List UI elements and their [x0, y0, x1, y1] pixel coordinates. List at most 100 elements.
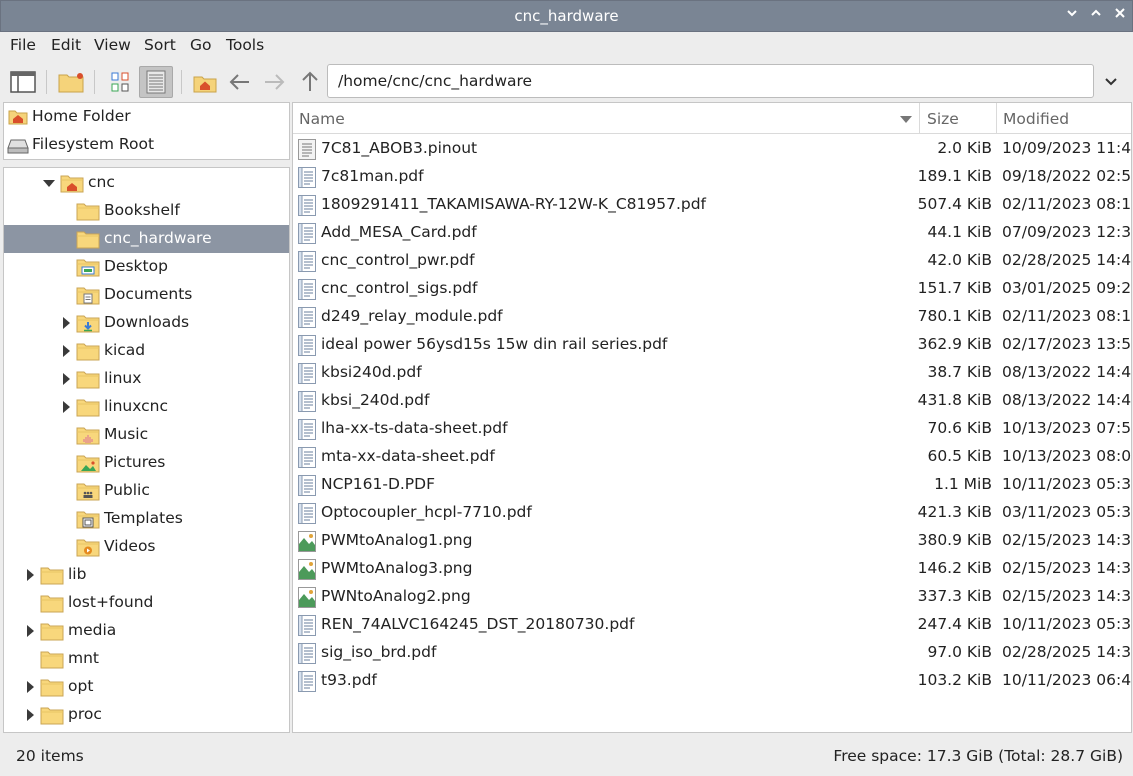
tree-item[interactable]: Documents — [4, 281, 289, 309]
forward-button[interactable] — [257, 66, 291, 98]
tree-item[interactable]: proc — [4, 701, 289, 729]
file-size: 146.2 KiB — [917, 559, 992, 577]
pdf-file-icon — [298, 419, 316, 440]
column-header-modified[interactable]: Modified — [997, 103, 1131, 134]
file-row[interactable]: PWMtoAnalog3.png 146.2 KiB 02/15/2023 14:3… — [293, 555, 1131, 583]
tree-item[interactable]: cnc_hardware — [4, 225, 289, 253]
maximize-button[interactable] — [1086, 6, 1106, 26]
tree-item[interactable]: media — [4, 617, 289, 645]
pdf-file-icon — [298, 615, 316, 636]
file-row[interactable]: kbsi_240d.pdf 431.8 KiB 08/13/2022 14:47 — [293, 387, 1131, 415]
image-file-icon — [298, 559, 316, 580]
expander-closed-icon[interactable] — [63, 373, 70, 385]
expander-closed-icon[interactable] — [63, 401, 70, 413]
expander-closed-icon[interactable] — [27, 569, 34, 581]
icon-view-button[interactable] — [103, 66, 137, 98]
tree-item[interactable]: Bookshelf — [4, 197, 289, 225]
place-home-folder[interactable]: Home Folder — [4, 103, 289, 131]
file-list: Name Size Modified 7C81_ABOB3.pinout 2.0 … — [292, 102, 1132, 733]
menu-edit[interactable]: Edit — [51, 36, 81, 54]
home-button[interactable] — [188, 66, 222, 98]
column-header-size[interactable]: Size — [921, 103, 997, 134]
file-row[interactable]: cnc_control_sigs.pdf 151.7 KiB 03/01/2025 … — [293, 275, 1131, 303]
file-row[interactable]: Optocoupler_hcpl-7710.pdf 421.3 KiB 03/11/… — [293, 499, 1131, 527]
expander-open-icon[interactable] — [43, 180, 55, 187]
file-modified: 03/11/2023 05:34 — [1002, 503, 1132, 521]
new-folder-button[interactable] — [54, 66, 88, 98]
file-size: 38.7 KiB — [927, 363, 992, 381]
close-button[interactable] — [1110, 6, 1130, 26]
tree-item[interactable]: lib — [4, 561, 289, 589]
file-row[interactable]: 1809291411_TAKAMISAWA-RY-12W-K_C81957.pd… — [293, 191, 1131, 219]
menu-sort[interactable]: Sort — [144, 36, 176, 54]
file-row[interactable]: Add_MESA_Card.pdf 44.1 KiB 07/09/2023 12:3… — [293, 219, 1131, 247]
new-window-button[interactable] — [6, 66, 40, 98]
place-filesystem-root[interactable]: Filesystem Root — [4, 131, 289, 159]
file-row[interactable]: REN_74ALVC164245_DST_20180730.pdf 247.4 K… — [293, 611, 1131, 639]
folder-icon — [40, 566, 64, 585]
file-row[interactable]: ideal power 56ysd15s 15w din rail series… — [293, 331, 1131, 359]
tree-item[interactable]: linux — [4, 365, 289, 393]
tree-item[interactable]: opt — [4, 673, 289, 701]
expander-closed-icon[interactable] — [27, 625, 34, 637]
file-row[interactable]: NCP161-D.PDF 1.1 MiB 10/11/2023 05:36 — [293, 471, 1131, 499]
folder-icon — [40, 594, 64, 613]
tree-item[interactable]: mnt — [4, 645, 289, 673]
file-row[interactable]: cnc_control_pwr.pdf 42.0 KiB 02/28/2025 14… — [293, 247, 1131, 275]
tree-item-label: Documents — [104, 285, 193, 303]
expander-closed-icon[interactable] — [63, 317, 70, 329]
tree-item[interactable]: Downloads — [4, 309, 289, 337]
tree-item[interactable]: Templates — [4, 505, 289, 533]
up-button[interactable] — [293, 66, 327, 98]
tree-item[interactable]: Pictures — [4, 449, 289, 477]
file-row[interactable]: d249_relay_module.pdf 780.1 KiB 02/11/2023… — [293, 303, 1131, 331]
file-size: 380.9 KiB — [917, 531, 992, 549]
expander-closed-icon[interactable] — [27, 681, 34, 693]
file-size: 60.5 KiB — [927, 447, 992, 465]
tree-item[interactable]: lost+found — [4, 589, 289, 617]
file-name: PWNtoAnalog2.png — [321, 587, 471, 605]
column-header-name[interactable]: Name — [293, 103, 920, 134]
file-row[interactable]: lha-xx-ts-data-sheet.pdf 70.6 KiB 10/13/20… — [293, 415, 1131, 443]
file-row[interactable]: PWMtoAnalog1.png 380.9 KiB 02/15/2023 14:3… — [293, 527, 1131, 555]
file-row[interactable]: 7C81_ABOB3.pinout 2.0 KiB 10/09/2023 11:41 — [293, 135, 1131, 163]
tree-item[interactable]: linuxcnc — [4, 393, 289, 421]
file-modified: 09/18/2022 02:58 — [1002, 167, 1132, 185]
pictures-folder-icon — [76, 454, 100, 473]
arrow-right-icon — [265, 74, 285, 90]
menu-go[interactable]: Go — [190, 36, 212, 54]
file-name: 7c81man.pdf — [321, 167, 424, 185]
file-size: 431.8 KiB — [917, 391, 992, 409]
tree-item[interactable]: Music — [4, 421, 289, 449]
menu-file[interactable]: File — [10, 36, 36, 54]
tree-item[interactable]: Videos — [4, 533, 289, 561]
file-row[interactable]: sig_iso_brd.pdf 97.0 KiB 02/28/2025 14:38 — [293, 639, 1131, 667]
tree-item[interactable]: Desktop — [4, 253, 289, 281]
pdf-file-icon — [298, 391, 316, 412]
path-history-button[interactable] — [1098, 68, 1124, 94]
back-button[interactable] — [223, 66, 257, 98]
tree-item[interactable]: kicad — [4, 337, 289, 365]
tree-item[interactable]: cnc — [4, 169, 289, 197]
tree-item[interactable]: Public — [4, 477, 289, 505]
list-view-icon — [146, 70, 166, 94]
file-modified: 02/11/2023 08:10 — [1002, 195, 1132, 213]
tree-item-label: Public — [104, 481, 150, 499]
file-row[interactable]: 7c81man.pdf 189.1 KiB 09/18/2022 02:58 — [293, 163, 1131, 191]
file-row[interactable]: mta-xx-data-sheet.pdf 60.5 KiB 10/13/2023 … — [293, 443, 1131, 471]
window-title: cnc_hardware — [514, 7, 619, 25]
file-row[interactable]: kbsi240d.pdf 38.7 KiB 08/13/2022 14:47 — [293, 359, 1131, 387]
menu-tools[interactable]: Tools — [226, 36, 264, 54]
pdf-file-icon — [298, 251, 316, 272]
menu-view[interactable]: View — [94, 36, 131, 54]
path-input[interactable]: /home/cnc/cnc_hardware — [327, 64, 1094, 98]
file-row[interactable]: t93.pdf 103.2 KiB 10/11/2023 06:47 — [293, 667, 1131, 695]
minimize-button[interactable] — [1062, 6, 1082, 26]
file-name: t93.pdf — [321, 671, 377, 689]
expander-closed-icon[interactable] — [27, 709, 34, 721]
list-view-button[interactable] — [139, 66, 173, 98]
expander-closed-icon[interactable] — [63, 345, 70, 357]
templates-folder-icon — [76, 510, 100, 529]
file-row[interactable]: PWNtoAnalog2.png 337.3 KiB 02/15/2023 14:3… — [293, 583, 1131, 611]
file-modified: 02/28/2025 14:38 — [1002, 643, 1132, 661]
